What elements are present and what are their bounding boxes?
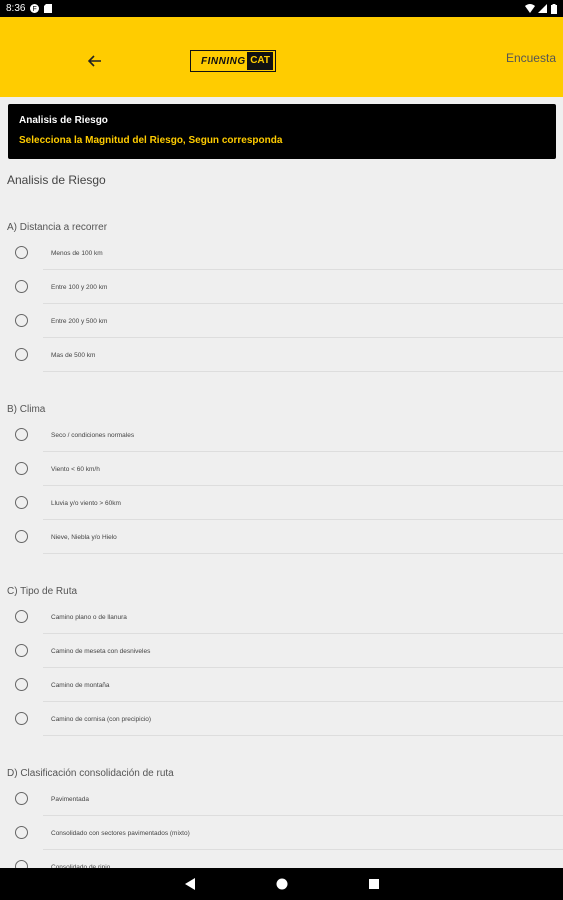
radio-button-icon[interactable] [15, 678, 28, 691]
cell-signal-icon [538, 4, 547, 13]
question-block: C) Tipo de Ruta Camino plano o de llanura… [0, 570, 563, 752]
radio-button-icon[interactable] [15, 462, 28, 475]
radio-option[interactable]: Entre 200 y 500 km [0, 304, 563, 338]
banner-subtitle: Selecciona la Magnitud del Riesgo, Segun… [19, 135, 283, 146]
radio-option[interactable]: Camino plano o de llanura [0, 600, 563, 634]
battery-icon [551, 4, 557, 14]
logo-badge: CAT [247, 52, 273, 70]
question-spacer [0, 372, 563, 388]
finning-cat-logo: FINNING CAT [190, 50, 276, 72]
app-bar: FINNING CAT Encuesta [0, 17, 563, 97]
square-recents-icon [368, 879, 379, 889]
radio-option[interactable]: Pavimentada [0, 782, 563, 816]
radio-option[interactable]: Camino de meseta con desniveles [0, 634, 563, 668]
radio-option[interactable]: Camino de montaña [0, 668, 563, 702]
wifi-icon [525, 4, 535, 13]
radio-button-icon[interactable] [15, 530, 28, 543]
option-divider [43, 735, 563, 736]
question-title: C) Tipo de Ruta [7, 586, 78, 597]
question-title: B) Clima [7, 404, 46, 415]
option-label: Seco / condiciones normales [51, 431, 135, 439]
option-label: Mas de 500 km [51, 351, 96, 359]
option-label: Lluvia y/o viento > 60km [51, 499, 121, 507]
radio-button-icon[interactable] [15, 246, 28, 259]
radio-option[interactable]: Menos de 100 km [0, 236, 563, 270]
option-label: Entre 200 y 500 km [51, 317, 108, 325]
radio-button-icon[interactable] [15, 348, 28, 361]
question-title: A) Distancia a recorrer [7, 222, 108, 233]
option-label: Camino plano o de llanura [51, 613, 127, 621]
radio-option[interactable]: Mas de 500 km [0, 338, 563, 372]
option-label: Viento < 60 km/h [51, 465, 100, 473]
status-time: 8:36 [6, 3, 26, 14]
radio-option[interactable]: Camino de cornisa (con precipicio) [0, 702, 563, 736]
radio-option[interactable]: Consolidado de ripio [0, 850, 563, 868]
radio-option[interactable]: Viento < 60 km/h [0, 452, 563, 486]
radio-option[interactable]: Nieve, Niebla y/o Hielo [0, 520, 563, 554]
app-notification-icon: F [30, 4, 40, 13]
system-nav-bar [0, 868, 563, 900]
logo-text: FINNING [201, 55, 246, 67]
radio-button-icon[interactable] [15, 860, 28, 868]
info-banner: Analisis de Riesgo Selecciona la Magnitu… [8, 104, 556, 159]
encuesta-action[interactable]: Encuesta [506, 51, 556, 65]
option-label: Camino de cornisa (con precipicio) [51, 715, 152, 723]
radio-option[interactable]: Lluvia y/o viento > 60km [0, 486, 563, 520]
radio-button-icon[interactable] [15, 314, 28, 327]
nav-recents-button[interactable] [367, 877, 381, 891]
nav-home-button[interactable] [275, 877, 289, 891]
question-title: D) Clasificación consolidación de ruta [7, 768, 174, 779]
survey-content[interactable]: Analisis de Riesgo A) Distancia a recorr… [0, 166, 563, 868]
radio-button-icon[interactable] [15, 280, 28, 293]
radio-option[interactable]: Consolidado con sectores pavimentados (m… [0, 816, 563, 850]
radio-button-icon[interactable] [15, 826, 28, 839]
radio-button-icon[interactable] [15, 792, 28, 805]
radio-option[interactable]: Entre 100 y 200 km [0, 270, 563, 304]
status-bar: 8:36 F [0, 0, 563, 17]
option-divider [43, 553, 563, 554]
sd-card-icon [44, 4, 53, 13]
question-spacer [0, 736, 563, 752]
option-label: Pavimentada [51, 795, 89, 803]
radio-button-icon[interactable] [15, 644, 28, 657]
radio-button-icon[interactable] [15, 712, 28, 725]
option-label: Camino de meseta con desniveles [51, 647, 151, 655]
option-label: Consolidado con sectores pavimentados (m… [51, 829, 190, 837]
option-label: Entre 100 y 200 km [51, 283, 108, 291]
question-block: D) Clasificación consolidación de ruta Pa… [0, 752, 563, 868]
option-label: Camino de montaña [51, 681, 110, 689]
radio-button-icon[interactable] [15, 428, 28, 441]
option-label: Menos de 100 km [51, 249, 103, 257]
radio-button-icon[interactable] [15, 610, 28, 623]
radio-button-icon[interactable] [15, 496, 28, 509]
radio-option[interactable]: Seco / condiciones normales [0, 418, 563, 452]
back-button[interactable] [84, 50, 106, 72]
question-block: B) Clima Seco / condiciones normales Vient… [0, 388, 563, 570]
option-label: Nieve, Niebla y/o Hielo [51, 533, 117, 541]
nav-back-button[interactable] [183, 877, 197, 891]
question-spacer [0, 554, 563, 570]
circle-home-icon [276, 878, 287, 890]
banner-title: Analisis de Riesgo [19, 115, 108, 126]
section-title: Analisis de Riesgo [7, 173, 106, 187]
arrow-left-icon [88, 55, 101, 67]
svg-text:F: F [33, 6, 37, 13]
question-block: A) Distancia a recorrer Menos de 100 km En… [0, 206, 563, 388]
questions-list: A) Distancia a recorrer Menos de 100 km En… [0, 206, 563, 868]
option-divider [43, 371, 563, 372]
triangle-back-icon [184, 878, 195, 890]
